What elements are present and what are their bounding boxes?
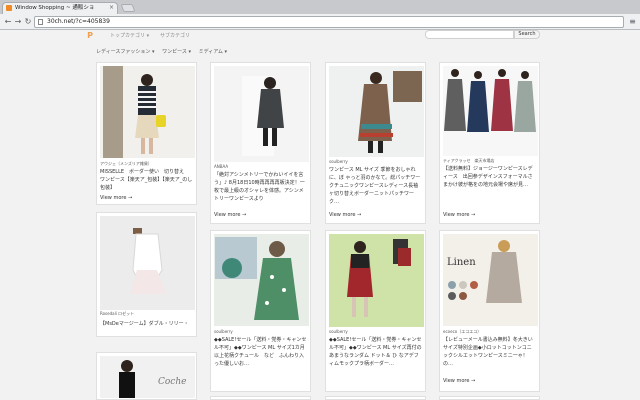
product-image [214,66,309,162]
product-image [329,66,424,157]
product-card[interactable]: soulberry ◆◆SALE!セール「送料・党券・キャンセル不可」◆◆ワンピ… [325,230,426,392]
product-card[interactable]: soulberry ワンピース ML サイズ 季節をおしゃれに、ぼ ゃっと羽のか… [325,62,426,224]
product-image [100,66,195,158]
shop-name: soulberry [329,159,348,164]
product-description: MISSELLE ボーダー使い 切り替え ワンピース【楽天ア_包装】【楽天ア_の… [100,169,193,191]
favicon-icon [6,5,12,11]
address-bar-url: 30ch.net/?c=405839 [47,18,110,25]
product-description: 【送料無料】ジョージーワンピースレディース 出回参デザインスフォーマルさまかけ彼… [443,166,533,188]
product-description: 【MsDeマージーム】ダブル・リリー・ドレス [100,321,189,327]
filter-ladies-fashion[interactable]: レディースファッション ▾ [96,48,155,56]
hamburger-icon[interactable]: ≡ [628,17,637,27]
tab-title: Window Shopping ~ 通販ショ [15,5,95,11]
product-card[interactable]: Linen ecoeco（エコエコ） 【レビューメール書込み無料】冬大きいサイズ… [439,230,540,392]
product-image [443,66,538,156]
product-image: Linen [443,234,538,326]
browser-toolbar: ← → ↻ 30ch.net/?c=405839 ≡ [0,14,640,30]
product-card[interactable]: soulberry ◆◆SALE!セール「送料・党券・キャンセル不可」◆◆ワンピ… [210,230,311,392]
filter-breadcrumb: レディースファッション ▾ ワンピース ▾ ミディアム ▾ [96,48,233,56]
filter-onepiece[interactable]: ワンピース ▾ [162,48,191,56]
product-card[interactable]: アウジェ（メンズリア雑貨） MISSELLE ボーダー使い 切り替え ワンピース… [96,62,197,205]
product-description: 【レビューメール書込み無料】冬大きいサイズ特別企画◆小ロットコットンコニックシル… [443,337,533,367]
shop-name: ティアクラッセ 楽天市場店 [443,158,495,163]
product-card[interactable] [325,396,426,400]
shop-name: アウジェ（メンズリア雑貨） [100,161,152,166]
address-bar[interactable]: 30ch.net/?c=405839 [34,16,624,28]
page-icon [38,19,43,25]
view-more-link[interactable]: View more → [100,195,132,201]
view-more-link[interactable]: View more → [443,378,475,384]
search-input[interactable] [425,30,514,39]
reload-icon[interactable]: ↻ [23,17,33,27]
product-image: Coche [100,356,195,398]
svg-text:Linen: Linen [447,257,476,268]
product-card[interactable]: Coche [96,352,197,400]
browser-tab[interactable]: Window Shopping ~ 通販ショ × [2,2,118,14]
svg-text:Coche: Coche [158,377,186,387]
search-button[interactable]: Search [514,30,540,39]
product-card[interactable] [439,396,540,400]
new-tab-button[interactable] [120,4,136,12]
product-card[interactable] [210,396,311,400]
nav-sub-category[interactable]: サブカテゴリ [160,32,190,40]
product-card[interactable]: Rosedali ロゼット 【MsDeマージーム】ダブル・リリー・ドレス [96,212,197,337]
back-icon[interactable]: ← [3,17,13,27]
forward-icon[interactable]: → [13,17,23,27]
shop-name: soulberry [329,329,348,334]
view-more-link[interactable]: View more → [443,212,475,218]
view-more-link[interactable]: View more → [214,212,246,218]
site-header: P トップカテゴリ ▾ サブカテゴリ [0,30,640,43]
product-description: 「絶対アシンメトリーでかわいイイを言う」♪ 8月18日10時再再再再販決定！一枚… [214,172,305,202]
product-image [214,234,309,326]
shop-name: ANBAA [214,164,229,169]
filter-medium[interactable]: ミディアム ▾ [199,48,227,56]
tab-strip: Window Shopping ~ 通販ショ × [0,0,640,14]
product-description: ◆◆SALE!セール「送料・党券・キャンセル不可」◆◆ワンピース ML サイズ再… [329,337,422,367]
shop-name: Rosedali ロゼット [100,311,135,316]
product-description: ◆◆SALE!セール「送料・党券・キャンセル不可」◆◆ワンピース ML サイズ1… [214,337,307,367]
view-more-link[interactable]: View more → [329,212,361,218]
product-image [100,216,195,310]
shop-name: ecoeco（エコエコ） [443,329,482,334]
shop-name: soulberry [214,329,233,334]
close-icon[interactable]: × [109,3,114,13]
product-card[interactable]: ANBAA 「絶対アシンメトリーでかわいイイを言う」♪ 8月18日10時再再再再… [210,62,311,224]
nav-top-category[interactable]: トップカテゴリ ▾ [110,32,149,40]
product-card[interactable]: ティアクラッセ 楽天市場店 【送料無料】ジョージーワンピースレディース 出回参デ… [439,62,540,224]
product-description: ワンピース ML サイズ 季節をおしゃれに、ぼ ゃっと羽のかなて。総パッチワーク… [329,167,421,205]
site-logo[interactable]: P [86,31,94,40]
product-image [329,234,424,327]
